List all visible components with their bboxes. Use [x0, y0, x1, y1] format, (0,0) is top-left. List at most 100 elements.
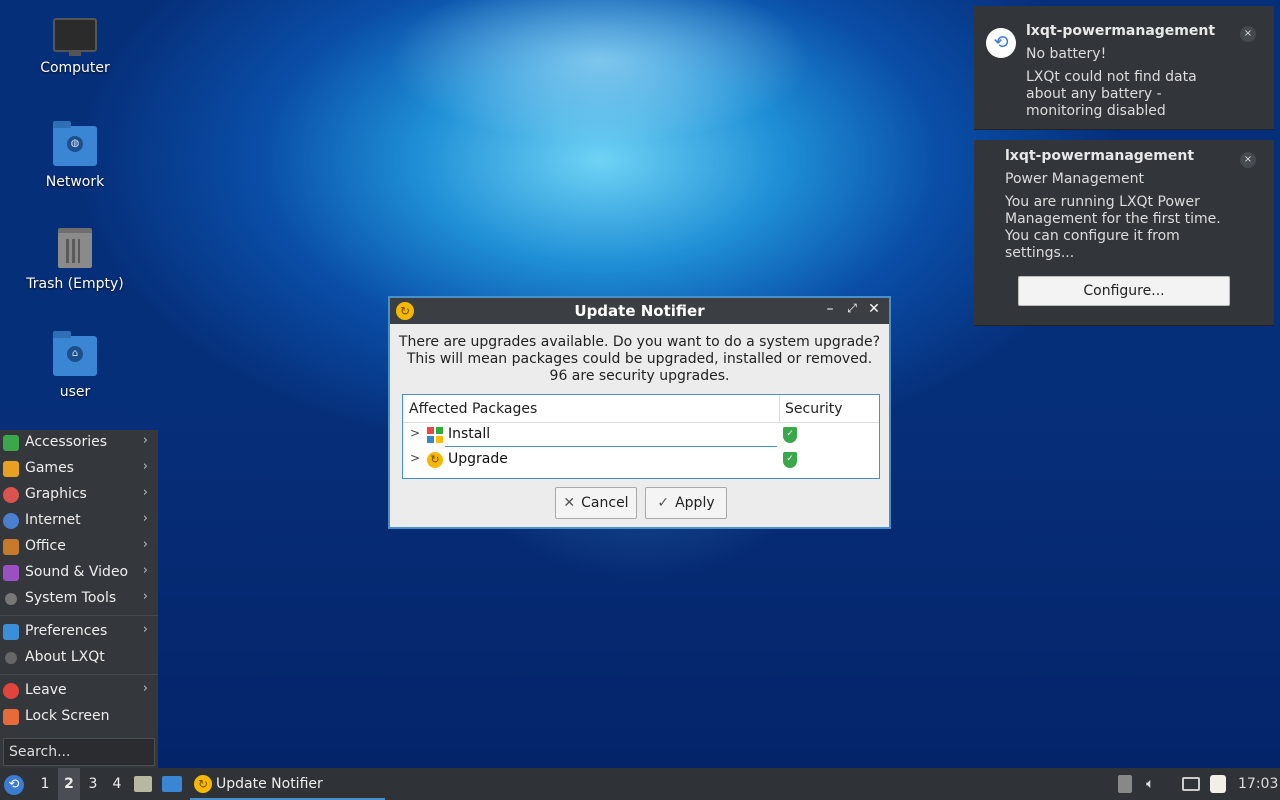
message-line: This will mean packages could be upgrade…	[406, 351, 873, 367]
notification-no-battery[interactable]: ⟲ lxqt-powermanagement No battery! LXQt …	[974, 6, 1274, 130]
package-group-name: Install	[448, 426, 491, 442]
clock[interactable]: 17:03	[1238, 768, 1278, 800]
menu-separator	[0, 671, 158, 678]
desktop-icon-label: Network	[45, 174, 105, 190]
close-icon[interactable]: ×	[1240, 152, 1256, 168]
update-notifier-dialog: ↻ Update Notifier – ⤢ ✕ There are upgrad…	[388, 296, 891, 529]
power-manager-icon[interactable]	[1210, 768, 1230, 800]
system-tools-icon	[5, 593, 17, 605]
desktop-switch-3[interactable]: 3	[82, 768, 104, 800]
menu-search-input[interactable]	[3, 738, 155, 766]
trash-icon	[58, 228, 92, 268]
security-shield-icon: ✓	[783, 452, 797, 468]
accessories-icon	[3, 435, 19, 451]
menu-item-label: Leave	[25, 682, 67, 698]
desktop-icon-user[interactable]: ⌂ user	[15, 331, 135, 400]
tray-eject-icon[interactable]	[1118, 768, 1134, 800]
dialog-titlebar[interactable]: ↻ Update Notifier – ⤢ ✕	[390, 298, 889, 324]
menu-item-label: Lock Screen	[25, 708, 110, 724]
desktop-icon-label: Computer	[40, 60, 110, 76]
notification-summary: No battery!	[1026, 46, 1107, 62]
menu-separator	[0, 612, 158, 619]
column-header-packages[interactable]: Affected Packages	[409, 401, 537, 417]
show-desktop-button[interactable]	[162, 768, 184, 800]
expand-arrow-icon[interactable]: >	[410, 451, 420, 465]
main-menu-button[interactable]: ⟲	[4, 768, 30, 800]
volume-icon[interactable]: 🔈︎	[1146, 768, 1166, 800]
update-notifier-icon: ↻	[194, 775, 212, 793]
desktop-icon-network[interactable]: ◍ Network	[15, 121, 135, 190]
menu-item-leave[interactable]: Leave ›	[0, 678, 158, 704]
menu-item-label: Graphics	[25, 486, 87, 502]
file-manager-icon	[134, 776, 152, 792]
close-icon[interactable]: ✕	[865, 301, 883, 317]
menu-item-lock-screen[interactable]: Lock Screen	[0, 704, 158, 730]
maximize-icon[interactable]: ⤢	[843, 301, 861, 316]
power-icon	[3, 683, 19, 699]
notification-app-name: lxqt-powermanagement	[1026, 23, 1216, 39]
menu-item-label: Preferences	[25, 623, 108, 639]
menu-item-sound-video[interactable]: Sound & Video ›	[0, 560, 158, 586]
desktop-switch-4[interactable]: 4	[106, 768, 128, 800]
notification-power-management[interactable]: lxqt-powermanagement Power Management Yo…	[974, 140, 1274, 326]
menu-item-label: Office	[25, 538, 66, 554]
notification-area: ⟲ lxqt-powermanagement No battery! LXQt …	[974, 6, 1274, 326]
desktop-switch-2[interactable]: 2	[58, 768, 80, 800]
menu-item-accessories[interactable]: Accessories ›	[0, 430, 158, 456]
menu-item-graphics[interactable]: Graphics ›	[0, 482, 158, 508]
message-line: There are upgrades available. Do you wan…	[398, 334, 881, 350]
taskbar-window-update-notifier[interactable]: ↻ Update Notifier	[190, 768, 385, 800]
dialog-message: There are upgrades available. Do you wan…	[390, 324, 889, 385]
lock-icon	[3, 709, 19, 725]
menu-item-label: Sound & Video	[25, 564, 129, 580]
menu-item-games[interactable]: Games ›	[0, 456, 158, 482]
notification-body: You are running LXQt Power Management fo…	[1005, 194, 1221, 261]
column-header-security[interactable]: Security	[785, 401, 843, 417]
file-manager-launcher[interactable]	[134, 768, 154, 800]
desktop-switch-1[interactable]: 1	[34, 768, 56, 800]
network-icon[interactable]	[1182, 768, 1204, 800]
chevron-right-icon: ›	[142, 622, 148, 637]
tree-row-install[interactable]: > Install ✓	[403, 423, 879, 448]
close-icon[interactable]: ×	[1240, 26, 1256, 42]
cancel-label: Cancel	[581, 495, 629, 511]
menu-item-preferences[interactable]: Preferences ›	[0, 619, 158, 645]
affected-packages-tree[interactable]: Affected Packages Security > Install ✓ >…	[402, 394, 880, 479]
message-line: 96 are security upgrades.	[549, 368, 730, 384]
show-desktop-icon	[162, 776, 182, 792]
task-label: Update Notifier	[216, 776, 323, 792]
graphics-icon	[3, 487, 19, 503]
cancel-button[interactable]: ✕ Cancel	[555, 487, 637, 519]
menu-item-about-lxqt[interactable]: About LXQt	[0, 645, 158, 671]
chevron-right-icon: ›	[142, 511, 148, 526]
notification-summary: Power Management	[1005, 171, 1145, 187]
menu-item-office[interactable]: Office ›	[0, 534, 158, 560]
office-icon	[3, 539, 19, 555]
menu-item-system-tools[interactable]: System Tools ›	[0, 586, 158, 612]
start-menu: Accessories › Games › Graphics › Interne…	[0, 430, 158, 768]
chevron-right-icon: ›	[142, 537, 148, 552]
home-folder-icon: ⌂	[53, 331, 97, 376]
menu-item-label: Games	[25, 460, 74, 476]
computer-icon	[53, 18, 97, 56]
dialog-title: Update Notifier	[574, 302, 705, 320]
desktop-icon-trash[interactable]: Trash (Empty)	[15, 228, 135, 292]
minimize-icon[interactable]: –	[821, 301, 839, 317]
notification-body: LXQt could not find data about any batte…	[1026, 69, 1197, 119]
menu-item-internet[interactable]: Internet ›	[0, 508, 158, 534]
chevron-right-icon: ›	[142, 563, 148, 578]
chevron-right-icon: ›	[142, 433, 148, 448]
about-icon	[5, 652, 17, 664]
cancel-icon: ✕	[563, 495, 576, 511]
tree-row-upgrade[interactable]: > ↻ Upgrade ✓	[403, 448, 879, 473]
menu-item-label: Accessories	[25, 434, 108, 450]
desktop-icon-label: Trash (Empty)	[26, 276, 124, 292]
desktop-icon-computer[interactable]: Computer	[15, 18, 135, 76]
check-icon: ✓	[657, 495, 670, 511]
expand-arrow-icon[interactable]: >	[410, 426, 420, 440]
network-folder-icon: ◍	[53, 121, 97, 166]
apply-button[interactable]: ✓ Apply	[645, 487, 727, 519]
internet-icon	[3, 513, 19, 529]
chevron-right-icon: ›	[142, 485, 148, 500]
configure-button[interactable]: Configure...	[1018, 276, 1230, 306]
